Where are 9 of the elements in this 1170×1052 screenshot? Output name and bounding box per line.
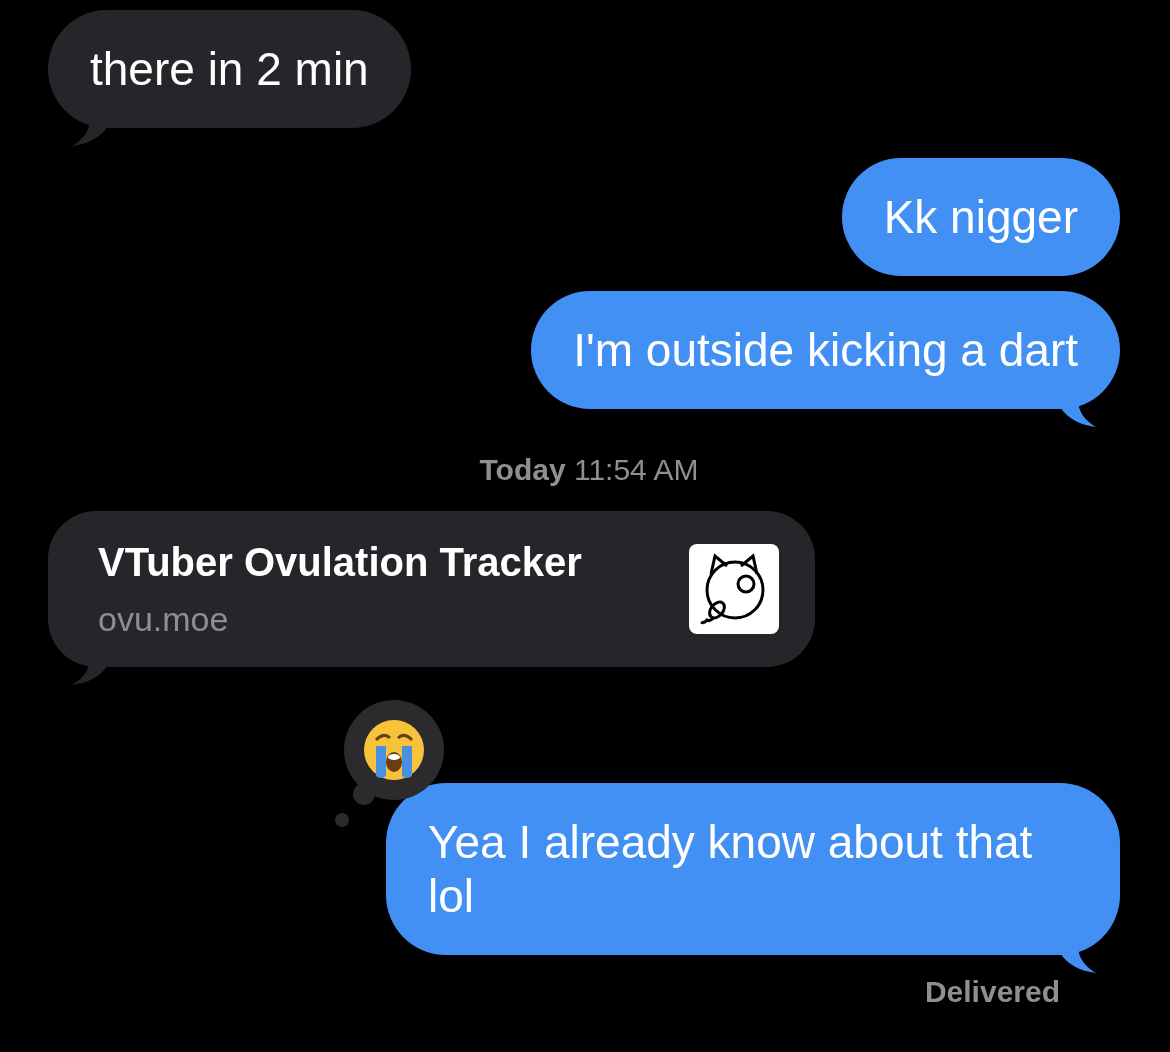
link-preview-card[interactable]: VTuber Ovulation Tracker ovu.moe [48, 511, 815, 667]
cat-icon [689, 544, 779, 634]
link-domain: ovu.moe [98, 599, 230, 639]
thought-bubble-dot [335, 813, 349, 827]
link-title: VTuber Ovulation Tracker [98, 539, 583, 585]
timestamp: Today 11:54 AM [479, 453, 699, 487]
delivery-status: Delivered [924, 975, 1060, 1009]
crying-face-icon [362, 718, 426, 782]
sent-message-bubble: Kk nigger [841, 158, 1120, 276]
